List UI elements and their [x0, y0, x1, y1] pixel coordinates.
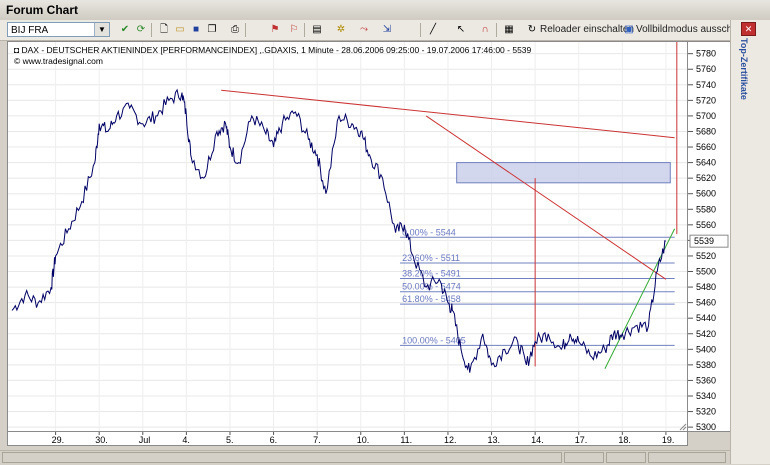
confirm-icon[interactable]: ✔ — [118, 23, 132, 37]
y-tick-label: 5740 — [696, 80, 716, 90]
signal-icon[interactable]: ⤳ — [357, 23, 371, 37]
last-price-label: 5539 — [694, 236, 714, 246]
y-tick-label: 5360 — [696, 375, 716, 385]
time-axis: 29. 30. Jul 4. 5. 6. 7. 10. 11. 12. 13. 14. 17. 18. 19… — [7, 432, 688, 446]
draw-line-icon[interactable]: ╱ — [426, 23, 440, 37]
status-pane-main — [2, 452, 562, 463]
chart-source: © www.tradesignal.com — [14, 56, 103, 66]
status-bar — [0, 450, 730, 465]
print-icon[interactable]: ⎙ — [228, 23, 242, 37]
y-tick-label: 5760 — [696, 64, 716, 74]
new-document-icon[interactable]: 🗋 — [157, 23, 171, 37]
y-tick-label: 5640 — [696, 158, 716, 168]
y-tick-label: 5780 — [696, 49, 716, 59]
toolbar-divider — [151, 23, 152, 37]
flag-remove-icon[interactable]: ⚐ — [287, 23, 301, 37]
zoom-icon[interactable]: ⇲ — [380, 23, 394, 37]
y-tick-label: 5620 — [696, 173, 716, 183]
status-pane — [648, 452, 726, 463]
y-tick-label: 5460 — [696, 298, 716, 308]
flag-icon[interactable]: ⚑ — [268, 23, 282, 37]
open-folder-icon[interactable]: ▭ — [173, 23, 187, 37]
y-tick-label: 5340 — [696, 391, 716, 401]
x-tick-label: 4. — [182, 435, 190, 445]
x-tick-label: 14. — [531, 435, 544, 445]
y-tick-label: 5420 — [696, 329, 716, 339]
x-tick-label: 17. — [575, 435, 588, 445]
x-tick-label: 29. — [52, 435, 65, 445]
y-tick-label: 5680 — [696, 126, 716, 136]
price-chart[interactable]: 0.00% - 5544 23.60% - 5511 38.20% - 5491 50… — [8, 42, 687, 431]
x-tick-label: 18. — [618, 435, 631, 445]
y-tick-label: 5700 — [696, 111, 716, 121]
y-tick-label: 5400 — [696, 344, 716, 354]
x-tick-label: Jul — [139, 435, 151, 445]
x-tick-label: 12. — [444, 435, 457, 445]
y-tick-label: 5440 — [696, 313, 716, 323]
chart-plot-area[interactable]: 0.00% - 5544 23.60% - 5511 38.20% - 5491 50… — [7, 41, 688, 432]
short-resistance-trendline — [425, 115, 667, 280]
y-tick-label: 5320 — [696, 407, 716, 417]
properties-icon[interactable]: ▦ — [502, 23, 516, 37]
y-tick-label: 5720 — [696, 95, 716, 105]
chart-header-title: ◘ DAX - DEUTSCHER AKTIENINDEX [PERFORMAN… — [14, 45, 532, 55]
toolbar-divider — [496, 23, 497, 37]
x-tick-label: 10. — [357, 435, 370, 445]
symbol-value: BIJ FRA — [11, 25, 49, 36]
status-pane — [564, 452, 604, 463]
toolbar-divider — [304, 23, 305, 37]
fib-level-label: 38.20% - 5491 — [402, 269, 461, 279]
fib-level-label: 23.60% - 5511 — [402, 253, 460, 263]
x-tick-label: 30. — [95, 435, 108, 445]
top-zertifikate-tab[interactable]: Top-Zertifikate — [739, 38, 749, 100]
save-icon[interactable]: ■ — [189, 23, 203, 37]
price-axis: 5300 5320 5340 5360 5380 5400 5420 5440 5460 5480… — [688, 41, 730, 432]
x-tick-label: 13. — [488, 435, 501, 445]
y-tick-label: 5380 — [696, 360, 716, 370]
toolbar-divider — [245, 23, 246, 37]
toolbar-divider — [420, 23, 421, 37]
indicator-icon[interactable]: ✲ — [334, 23, 348, 37]
resistance-zone — [456, 162, 671, 184]
x-tick-label: 7. — [313, 435, 321, 445]
y-tick-label: 5480 — [696, 282, 716, 292]
y-tick-label: 5560 — [696, 220, 716, 230]
reloader-icon[interactable] — [524, 23, 538, 37]
fib-level-label: 0.00% - 5544 — [402, 227, 456, 237]
y-tick-label: 5520 — [696, 251, 716, 261]
magnet-icon[interactable]: ∩ — [478, 23, 492, 37]
refresh-icon[interactable]: ⟳ — [134, 23, 148, 37]
status-pane — [606, 452, 646, 463]
fib-level-label: 50.00% - 5474 — [402, 282, 461, 292]
copy-icon[interactable]: ❐ — [205, 23, 219, 37]
y-tick-label: 5660 — [696, 142, 716, 152]
x-tick-label: 6. — [270, 435, 278, 445]
y-tick-label: 5580 — [696, 204, 716, 214]
close-icon[interactable]: ✕ — [741, 22, 756, 36]
window-titlebar: Forum Chart — [0, 0, 770, 21]
price-axis-svg: 5300 5320 5340 5360 5380 5400 5420 5440 5460 5480… — [688, 49, 729, 431]
fullscreen-icon[interactable]: ▣ — [622, 23, 636, 37]
fib-level-label: 100.00% - 5405 — [402, 335, 466, 345]
y-tick-label: 5600 — [696, 189, 716, 199]
x-tick-label: 11. — [400, 435, 412, 445]
y-tick-label: 5300 — [696, 422, 716, 431]
chevron-down-icon[interactable]: ▼ — [94, 23, 109, 36]
window-title: Forum Chart — [6, 3, 78, 17]
chart-toolbar: BIJ FRA ▼ ✔ ⟳ 🗋 ▭ ■ ❐ ⎙ ⚑ ⚐ ▤ ✲ ⤳ ⇲ ╱ ↖ … — [0, 20, 770, 41]
price-series-line — [11, 88, 667, 373]
symbol-select[interactable]: BIJ FRA ▼ — [7, 22, 110, 37]
time-axis-svg: 29. 30. Jul 4. 5. 6. 7. 10. 11. 12. 13. 14. 17. 18. 19… — [52, 432, 675, 445]
side-panel-tab: ✕ Top-Zertifikate — [730, 20, 770, 464]
cursor-icon[interactable]: ↖ — [454, 23, 468, 37]
x-tick-label: 19. — [662, 435, 675, 445]
fib-level-label: 61.80% - 5458 — [402, 294, 461, 304]
chart-type-icon[interactable]: ▤ — [310, 23, 324, 37]
reloader-toggle[interactable]: Reloader einschalten — [540, 24, 634, 35]
y-tick-label: 5500 — [696, 267, 716, 277]
x-tick-label: 5. — [226, 435, 234, 445]
